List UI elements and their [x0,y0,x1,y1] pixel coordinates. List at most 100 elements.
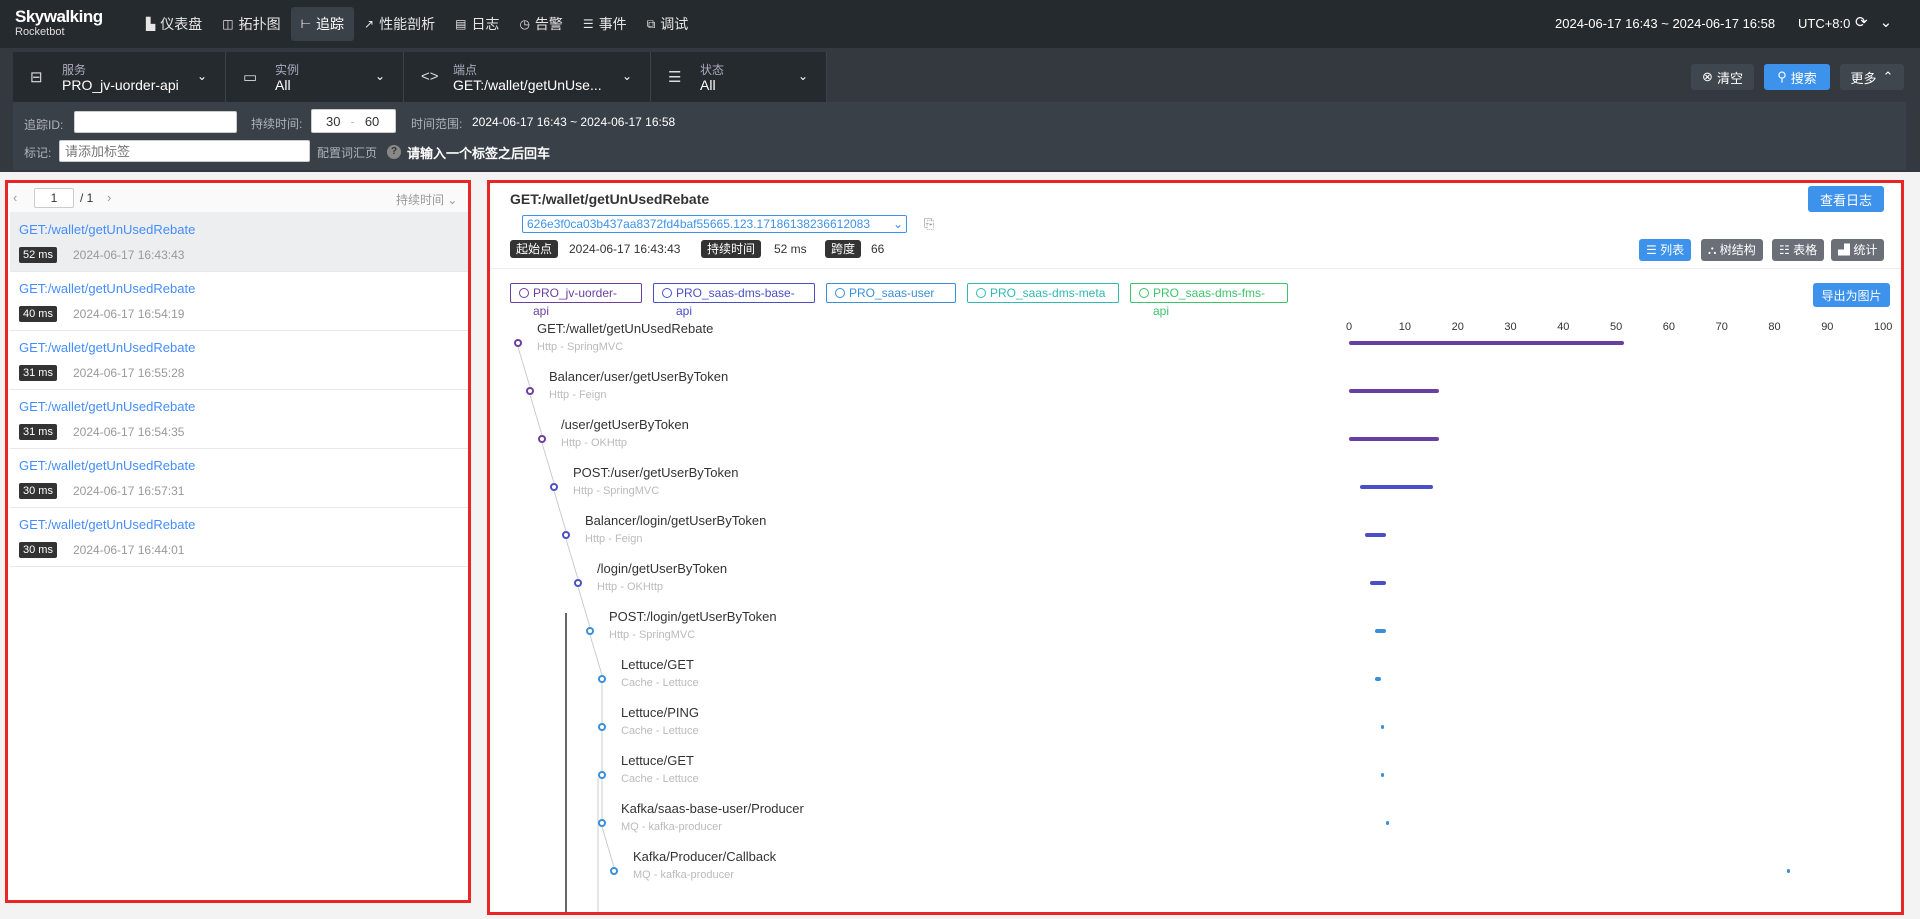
view-stats-button[interactable]: ▟ 统计 [1831,239,1885,261]
more-button[interactable]: 更多 ⌃ [1840,64,1904,90]
span-component: MQ - kafka-producer [621,821,722,833]
span-duration-bar[interactable] [1370,581,1386,585]
trace-list-item[interactable]: GET:/wallet/getUnUsedRebate 52 ms 2024-06-… [10,213,468,272]
span-name[interactable]: POST:/user/getUserByToken [573,465,738,480]
nav-item-1[interactable]: ◫ 拓扑图 [212,7,290,41]
span-node-dot [526,387,534,395]
span-name[interactable]: /login/getUserByToken [597,561,727,576]
tag-vocabulary-link[interactable]: 配置词汇页 [317,144,377,161]
trace-duration-badge: 30 ms [19,542,57,558]
duration-separator: - [350,113,355,129]
trace-endpoint[interactable]: GET:/wallet/getUnUsedRebate [19,517,195,532]
trace-id-select[interactable]: 626e3f0ca03b437aa8372fd4baf55665.123.171… [522,215,907,233]
bar-chart-icon: ▟ [1838,243,1854,257]
span-component: Http - OKHttp [561,437,628,449]
span-node-dot [514,339,522,347]
sort-select[interactable]: 持续时间 ⌄ [396,191,457,208]
search-button[interactable]: ⚲ 搜索 [1764,64,1830,90]
trace-list-panel: ‹ / 1 › 持续时间 ⌄ GET:/wallet/getUnUsedReba… [5,180,471,903]
trace-list-item[interactable]: GET:/wallet/getUnUsedRebate 30 ms 2024-06-… [10,508,468,567]
chevron-left-icon[interactable]: ‹ [13,190,17,205]
duration-max[interactable]: 60 [365,114,379,129]
view-table-button[interactable]: ☷ 表格 [1772,239,1825,261]
span-duration-bar[interactable] [1349,437,1439,441]
nav-item-7[interactable]: ⧉ 调试 [637,7,699,41]
trace-endpoint[interactable]: GET:/wallet/getUnUsedRebate [19,340,195,355]
span-duration-bar[interactable] [1385,821,1389,825]
trace-endpoint[interactable]: GET:/wallet/getUnUsedRebate [19,458,195,473]
view-list-button[interactable]: ☰ 列表 [1639,239,1692,261]
span-name[interactable]: Kafka/Producer/Callback [633,849,776,864]
tags-input[interactable] [59,140,310,162]
span-duration-bar[interactable] [1375,677,1381,681]
header-time-range[interactable]: 2024-06-17 16:43 ~ 2024-06-17 16:58 [1555,16,1775,31]
trace-start-time: 2024-06-17 16:54:35 [73,425,185,439]
span-duration-bar[interactable] [1380,725,1384,729]
span-name[interactable]: Kafka/saas-base-user/Producer [621,801,804,816]
trace-duration-badge: 40 ms [19,306,57,322]
span-duration-bar[interactable] [1359,485,1434,489]
chevron-right-icon[interactable]: › [107,190,111,205]
copy-icon[interactable]: ⎘ [924,216,934,232]
trace-endpoint[interactable]: GET:/wallet/getUnUsedRebate [19,222,195,237]
nav-item-0[interactable]: ▙ 仪表盘 [136,7,212,41]
event-icon: ☰ [582,17,594,31]
service-legend-chip[interactable]: PRO_saas-user [826,283,956,303]
page-input[interactable] [34,188,74,208]
axis-tick-label: 50 [1610,321,1623,333]
refresh-icon[interactable]: ⟳ [1855,13,1868,31]
nav-item-label: 追踪 [316,16,345,32]
trace-list-item[interactable]: GET:/wallet/getUnUsedRebate 40 ms 2024-06-… [10,272,468,331]
trace-endpoint[interactable]: GET:/wallet/getUnUsedRebate [19,281,195,296]
service-legend-chip[interactable]: PRO_jv-uorder-api [510,283,642,318]
nav-item-4[interactable]: ▤ 日志 [445,7,509,41]
nav-item-3[interactable]: ↗ 性能剖析 [354,7,445,41]
view-tree-button[interactable]: ⛬ 树结构 [1701,239,1763,261]
view-logs-button[interactable]: 查看日志 [1808,186,1884,212]
nav-item-label: 拓扑图 [238,16,281,32]
chevron-down-icon: ⌄ [797,69,808,83]
status-select[interactable]: ☰ 状态 All ⌄ [651,52,827,102]
trace-id-input[interactable] [74,111,237,133]
trace-list-item[interactable]: GET:/wallet/getUnUsedRebate 30 ms 2024-06-… [10,449,468,508]
service-legend-chip[interactable]: PRO_saas-dms-base-api [653,283,815,318]
help-icon[interactable]: ? [387,145,401,159]
service-legend-chip[interactable]: PRO_saas-dms-meta [967,283,1119,303]
trace-endpoint[interactable]: GET:/wallet/getUnUsedRebate [19,399,195,414]
nav-item-2[interactable]: ⊢ 追踪 [290,7,355,41]
code-icon: <> [421,68,439,85]
trace-list-item[interactable]: GET:/wallet/getUnUsedRebate 31 ms 2024-06-… [10,390,468,449]
span-duration-bar[interactable] [1787,869,1791,873]
service-select[interactable]: ⊟ 服务 PRO_jv-uorder-api ⌄ [13,52,226,102]
nav-item-5[interactable]: ◷ 告警 [509,7,572,41]
chevron-down-icon[interactable]: ⌄ [1880,13,1893,31]
start-time-value: 2024-06-17 16:43:43 [569,242,681,256]
span-node-dot [550,483,558,491]
trace-start-time: 2024-06-17 16:44:01 [73,543,185,557]
span-name[interactable]: Lettuce/GET [621,657,694,672]
span-duration-bar[interactable] [1364,533,1386,537]
trace-list-item[interactable]: GET:/wallet/getUnUsedRebate 31 ms 2024-06-… [10,331,468,390]
span-component: Http - Feign [585,533,643,545]
service-legend-chip[interactable]: PRO_saas-dms-fms-api [1130,283,1288,318]
table-icon: ☷ [1779,243,1794,257]
clear-button[interactable]: ⊗ 清空 [1691,64,1754,90]
duration-range-input[interactable]: 30 - 60 [311,109,396,133]
span-duration-bar[interactable] [1380,773,1384,777]
instance-select[interactable]: ▭ 实例 All ⌄ [226,52,404,102]
span-name[interactable]: Lettuce/PING [621,705,699,720]
span-name[interactable]: GET:/wallet/getUnUsedRebate [537,321,713,336]
span-name[interactable]: POST:/login/getUserByToken [609,609,777,624]
span-name[interactable]: /user/getUserByToken [561,417,689,432]
span-name[interactable]: Lettuce/GET [621,753,694,768]
span-name[interactable]: Balancer/login/getUserByToken [585,513,766,528]
endpoint-select[interactable]: <> 端点 GET:/wallet/getUnUse... ⌄ [404,52,651,102]
timezone-label[interactable]: UTC+8:0 [1798,16,1850,31]
span-duration-bar[interactable] [1375,629,1386,633]
span-duration-bar[interactable] [1349,341,1624,345]
duration-min[interactable]: 30 [326,114,340,129]
span-name[interactable]: Balancer/user/getUserByToken [549,369,728,384]
nav-item-6[interactable]: ☰ 事件 [573,7,637,41]
export-image-button[interactable]: 导出为图片 [1813,283,1890,307]
span-duration-bar[interactable] [1349,389,1439,393]
